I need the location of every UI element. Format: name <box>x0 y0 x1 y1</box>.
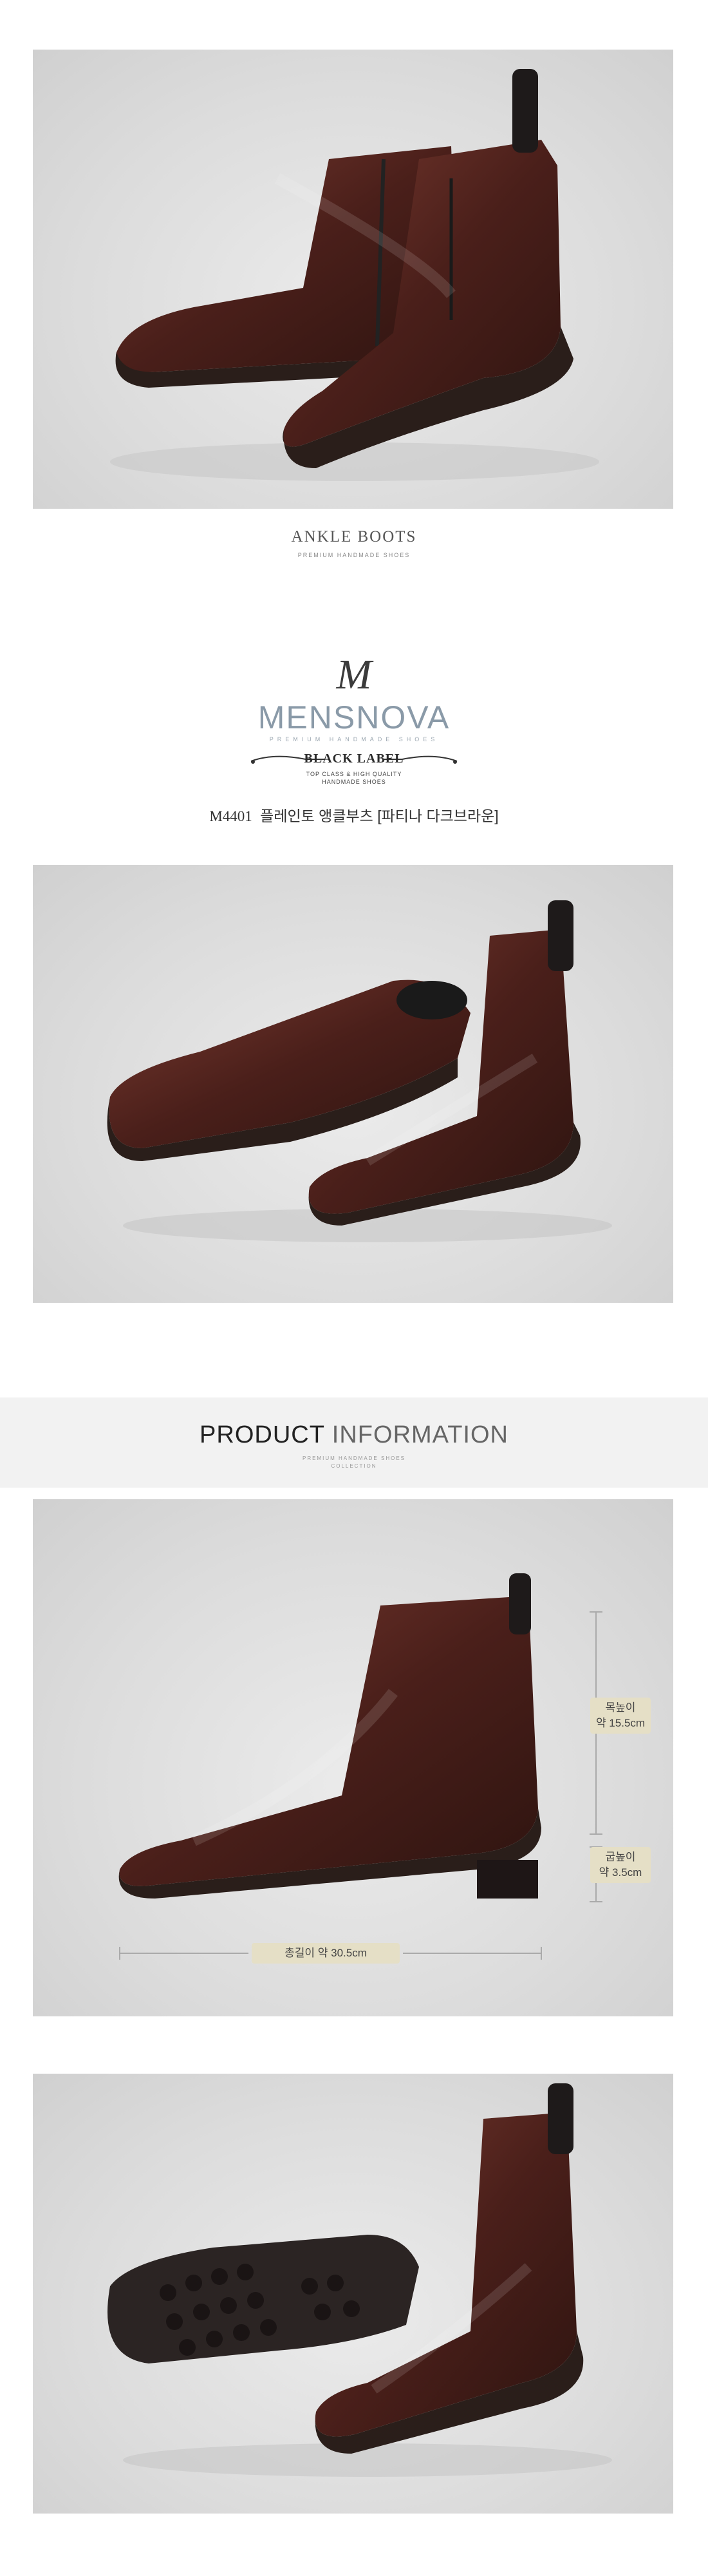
boot-profile-illustration <box>118 1573 602 1960</box>
product-photo-pair-angle <box>33 865 673 1303</box>
shaft-height-value: 약 15.5cm <box>595 1717 646 1729</box>
heel-height-value: 약 3.5cm <box>599 1866 642 1879</box>
section-subtitle: PREMIUM HANDMADE SHOES <box>297 552 411 558</box>
product-photo-measurements: 목높이 약 15.5cm 굽높이 약 3.5cm 총길이 약 30.5cm <box>33 1499 673 2016</box>
product-photo-pair-side <box>33 50 673 509</box>
label-title: BLACK LABEL <box>304 752 404 766</box>
boots-pair-illustration <box>110 69 599 481</box>
shaft-height-label: 목높이 약 15.5cm <box>590 1698 651 1734</box>
brand-name: MENSNOVA <box>257 699 451 735</box>
boot-sole-illustration <box>107 2083 612 2477</box>
label-line-2: HANDMADE SHOES <box>322 779 386 785</box>
info-subtitle-1: PREMIUM HANDMADE SHOES <box>302 1455 405 1461</box>
product-photo-sole <box>33 2074 673 2514</box>
heel-height-label: 굽높이 약 3.5cm <box>590 1847 651 1883</box>
info-title-bold: PRODUCT <box>200 1421 325 1448</box>
shaft-height-title: 목높이 <box>605 1701 636 1714</box>
product-code: M4401 <box>209 808 252 824</box>
product-title: 플레인토 앵클부츠 [파티나 다크브라운] <box>260 808 499 824</box>
boots-angle-illustration <box>107 900 612 1242</box>
product-name: M4401 플레인토 앵클부츠 [파티나 다크브라운] <box>0 804 708 826</box>
heel-height-title: 굽높이 <box>605 1851 636 1863</box>
brand-monogram: M <box>336 651 372 698</box>
black-label-badge: BLACK LABEL TOP CLASS & HIGH QUALITY HAN… <box>254 752 454 788</box>
section-title: ANKLE BOOTS <box>291 528 417 545</box>
product-information-header: PRODUCT INFORMATION PREMIUM HANDMADE SHO… <box>0 1397 708 1488</box>
info-subtitle-2: COLLECTION <box>331 1463 377 1469</box>
info-title: PRODUCT INFORMATION <box>0 1421 708 1449</box>
info-title-light: INFORMATION <box>331 1421 508 1448</box>
label-line-1: TOP CLASS & HIGH QUALITY <box>306 771 402 777</box>
brand-tagline: PREMIUM HANDMADE SHOES <box>269 736 439 743</box>
total-length-label: 총길이 약 30.5cm <box>252 1943 400 1964</box>
total-length-value: 총길이 약 30.5cm <box>284 1947 367 1959</box>
